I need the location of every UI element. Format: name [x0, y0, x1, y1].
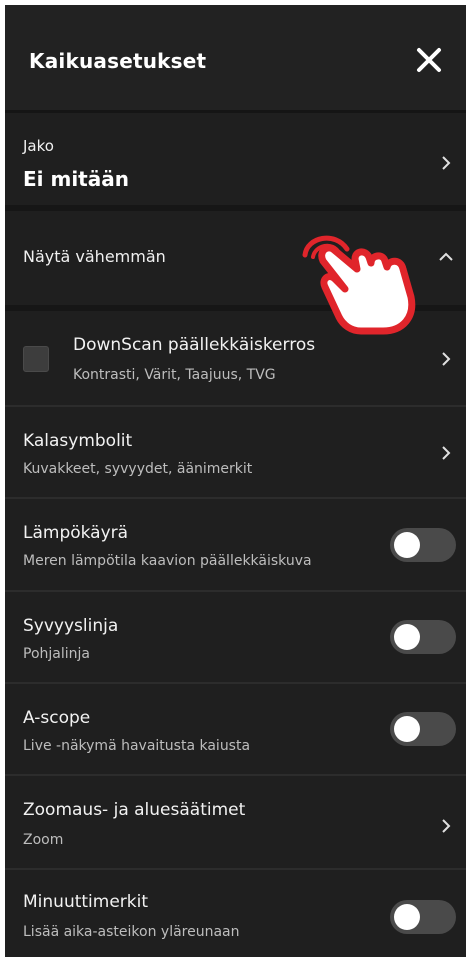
- item-title: Zoomaus- ja aluesäätimet: [23, 800, 246, 820]
- item-subtitle: Meren lämpötila kaavion päällekkäiskuva: [23, 553, 312, 569]
- list-item: Minuuttimerkit Lisää aika-asteikon yläre…: [5, 870, 466, 957]
- chevron-right-icon: [442, 446, 451, 460]
- panel-header: Kaikuasetukset: [5, 5, 466, 113]
- a-scope-toggle[interactable]: [390, 712, 456, 746]
- temperature-toggle[interactable]: [390, 528, 456, 562]
- list-item: A-scope Live -näkymä havaitusta kaiusta: [5, 684, 466, 776]
- item-title: Syvyyslinja: [23, 616, 119, 636]
- list-item: Lämpökäyrä Meren lämpötila kaavion pääll…: [5, 499, 466, 592]
- toggle-knob: [394, 716, 420, 742]
- chevron-up-icon: [439, 252, 453, 261]
- item-title: Kalasymbolit: [23, 431, 133, 451]
- toggle-knob: [394, 624, 420, 650]
- item-subtitle: Pohjalinja: [23, 646, 90, 662]
- item-subtitle: Lisää aika-asteikon yläreunaan: [23, 924, 240, 940]
- chevron-right-icon: [442, 156, 451, 170]
- split-label: Jako: [23, 137, 54, 155]
- item-subtitle: Kuvakkeet, syvyydet, äänimerkit: [23, 461, 253, 477]
- checkbox[interactable]: [23, 346, 49, 372]
- pointing-hand-icon: [302, 235, 416, 335]
- toggle-knob: [394, 904, 420, 930]
- show-less-label: Näytä vähemmän: [23, 247, 166, 266]
- item-title: A-scope: [23, 708, 91, 728]
- chevron-right-icon: [442, 352, 451, 366]
- minute-marks-toggle[interactable]: [390, 900, 456, 934]
- toggle-knob: [394, 532, 420, 558]
- list-item[interactable]: Kalasymbolit Kuvakkeet, syvyydet, äänime…: [5, 407, 466, 499]
- close-icon[interactable]: [414, 45, 444, 75]
- item-subtitle: Kontrasti, Värit, Taajuus, TVG: [73, 367, 276, 383]
- echo-settings-panel: Kaikuasetukset Jako Ei mitään Näytä vähe…: [5, 5, 466, 957]
- split-value: Ei mitään: [23, 167, 129, 191]
- chevron-right-icon: [442, 819, 451, 833]
- item-title: DownScan päällekkäiskerros: [73, 335, 316, 355]
- item-title: Lämpökäyrä: [23, 523, 129, 543]
- item-subtitle: Live -näkymä havaitusta kaiusta: [23, 738, 251, 754]
- page-title: Kaikuasetukset: [29, 49, 207, 73]
- split-row[interactable]: Jako Ei mitään: [5, 113, 466, 211]
- depth-line-toggle[interactable]: [390, 620, 456, 654]
- list-item: Syvyyslinja Pohjalinja: [5, 592, 466, 684]
- item-subtitle: Zoom: [23, 832, 64, 848]
- item-title: Minuuttimerkit: [23, 892, 149, 912]
- list-item[interactable]: Zoomaus- ja aluesäätimet Zoom: [5, 776, 466, 870]
